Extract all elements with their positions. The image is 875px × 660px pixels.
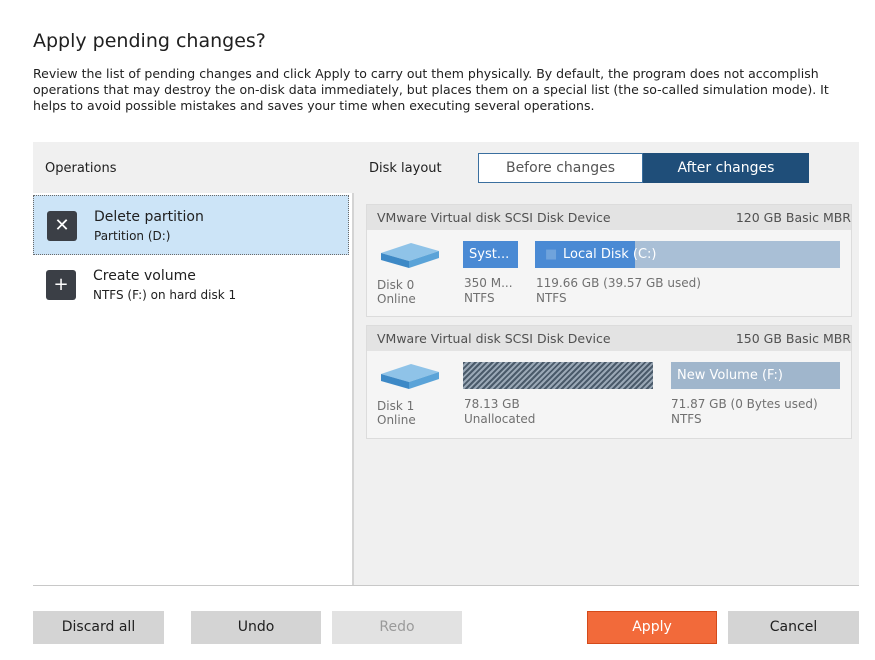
operations-list: ✕ Delete partition Partition (D:) + Crea… xyxy=(33,193,352,585)
tab-after-changes[interactable]: After changes xyxy=(643,153,809,183)
disk-layout-panel: VMware Virtual disk SCSI Disk Device 120… xyxy=(354,193,859,585)
operations-header: Operations xyxy=(45,161,117,176)
partition-fs: Unallocated xyxy=(464,412,536,426)
partition-fs: NTFS xyxy=(536,291,567,305)
disk-info: 120 GB Basic MBR xyxy=(735,210,851,225)
partition-label: Local Disk (C:) xyxy=(563,247,657,262)
dialog-title: Apply pending changes? xyxy=(33,30,266,52)
disk-header: VMware Virtual disk SCSI Disk Device 150… xyxy=(367,326,851,351)
tab-before-changes[interactable]: Before changes xyxy=(478,153,643,183)
partition-size: 78.13 GB xyxy=(464,397,520,411)
hard-disk-icon xyxy=(381,364,439,389)
apply-button[interactable]: Apply xyxy=(587,611,717,644)
hard-disk-icon xyxy=(381,243,439,268)
partition-fs: NTFS xyxy=(671,412,702,426)
partition-fs: NTFS xyxy=(464,291,495,305)
disk-name: VMware Virtual disk SCSI Disk Device xyxy=(377,210,611,225)
undo-button[interactable]: Undo xyxy=(191,611,321,644)
plus-icon: + xyxy=(46,270,76,300)
disk-card-1[interactable]: VMware Virtual disk SCSI Disk Device 150… xyxy=(366,325,852,439)
partition-size: 119.66 GB (39.57 GB used) xyxy=(536,276,701,290)
disk-card-0[interactable]: VMware Virtual disk SCSI Disk Device 120… xyxy=(366,204,852,317)
disk-label: Disk 0 xyxy=(377,278,415,292)
disk-label: Disk 1 xyxy=(377,399,415,413)
partition-size: 350 M... xyxy=(464,276,513,290)
partition-size: 71.87 GB (0 Bytes used) xyxy=(671,397,818,411)
footer-divider xyxy=(33,585,859,586)
discard-all-button[interactable]: Discard all xyxy=(33,611,164,644)
disk-name: VMware Virtual disk SCSI Disk Device xyxy=(377,331,611,346)
partition-unallocated[interactable] xyxy=(463,362,653,389)
partition-system[interactable]: Syst... xyxy=(463,241,518,268)
close-icon: ✕ xyxy=(47,211,77,241)
operation-title: Delete partition xyxy=(94,209,204,225)
panel-header-bar: Operations Disk layout Before changes Af… xyxy=(33,142,859,193)
partition-new-volume-f[interactable]: New Volume (F:) xyxy=(671,362,840,389)
operation-delete-partition[interactable]: ✕ Delete partition Partition (D:) xyxy=(33,195,349,255)
cancel-button[interactable]: Cancel xyxy=(728,611,859,644)
redo-button[interactable]: Redo xyxy=(332,611,462,644)
partition-local-disk-c[interactable]: ■ Local Disk (C:) xyxy=(535,241,840,268)
apply-changes-dialog: Apply pending changes? Review the list o… xyxy=(0,0,875,660)
operation-title: Create volume xyxy=(93,268,196,284)
disk-status: Online xyxy=(377,292,416,306)
operation-create-volume[interactable]: + Create volume NTFS (F:) on hard disk 1 xyxy=(33,255,349,315)
dialog-description: Review the list of pending changes and c… xyxy=(33,66,829,113)
disk-layout-label: Disk layout xyxy=(369,161,442,176)
disk-status: Online xyxy=(377,413,416,427)
disk-info: 150 GB Basic MBR xyxy=(735,331,851,346)
operation-subtitle: NTFS (F:) on hard disk 1 xyxy=(93,288,237,302)
operation-subtitle: Partition (D:) xyxy=(94,229,171,243)
windows-icon: ■ xyxy=(545,247,558,262)
disk-header: VMware Virtual disk SCSI Disk Device 120… xyxy=(367,205,851,230)
